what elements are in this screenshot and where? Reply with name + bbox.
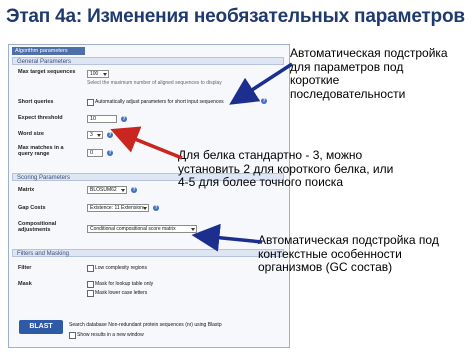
annotation-arrows [110, 62, 293, 252]
arrow-word-size [110, 126, 183, 160]
arrow-short-queries [229, 62, 293, 105]
arrow-compositional [191, 223, 263, 252]
